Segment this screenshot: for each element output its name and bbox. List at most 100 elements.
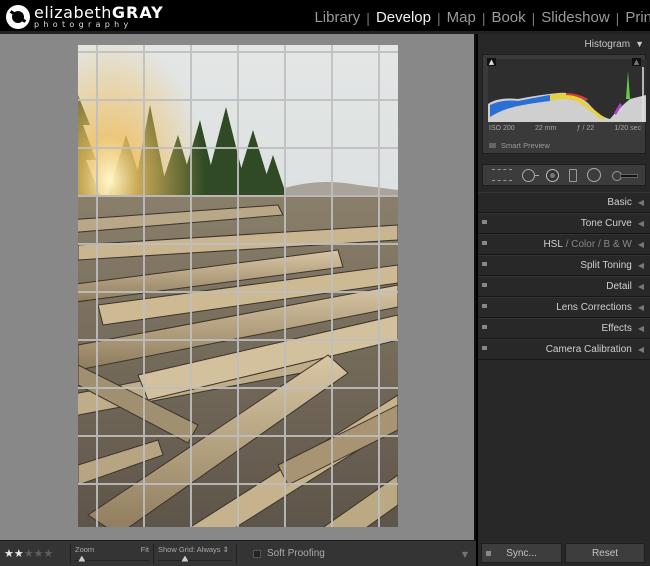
zoom-slider[interactable]: Zoom Fit [75, 543, 149, 565]
section-tone-curve[interactable]: Tone Curve ◀ [478, 213, 650, 234]
spot-removal-icon[interactable] [522, 168, 540, 182]
zoom-thumb[interactable] [78, 555, 86, 562]
radial-filter-icon[interactable] [587, 168, 602, 182]
module-print[interactable]: Prin [619, 9, 650, 26]
panel-switch-icon[interactable] [482, 346, 487, 350]
section-hsl[interactable]: HSL / Color / B & W ◀ [478, 234, 650, 255]
exif-info: ISO 200 22 mm ƒ / 22 1/20 sec [489, 125, 641, 132]
top-bar: elizabethGRAY photography Library | Deve… [0, 0, 650, 34]
section-split-toning[interactable]: Split Toning ◀ [478, 255, 650, 276]
zoom-track[interactable] [75, 559, 149, 561]
module-library[interactable]: Library [308, 9, 366, 26]
panel-switch-icon[interactable] [482, 283, 487, 287]
section-label: Detail [606, 281, 632, 292]
section-lens-corrections[interactable]: Lens Corrections ◀ [478, 297, 650, 318]
slash-text: / [565, 239, 569, 250]
histogram-graph [488, 59, 646, 122]
histogram-green-spike [626, 71, 630, 99]
toolbar-divider [153, 543, 154, 564]
rating-star-icon[interactable]: ★ [44, 547, 54, 560]
section-label: Tone Curve [580, 218, 632, 229]
histogram-header[interactable]: Histogram ▼ [478, 34, 650, 54]
auto-sync-switch-icon[interactable] [486, 551, 491, 556]
module-map[interactable]: Map [441, 9, 482, 26]
rating-star-icon[interactable]: ★ [14, 547, 24, 560]
show-grid-label[interactable]: Show Grid: Always ⇕ [158, 545, 229, 554]
tab-slash: / [563, 239, 571, 250]
smart-preview-status[interactable]: Smart Preview [489, 141, 550, 150]
toolbar-menu-icon[interactable]: ▼ [462, 550, 468, 559]
star-rating[interactable]: ★★★★★ [4, 547, 66, 560]
show-grid-text: Show Grid: [158, 544, 196, 554]
brand-subtitle: photography [34, 20, 133, 29]
bottom-toolbar: ★★★★★ Zoom Fit Show Grid: Always ⇕ Soft … [0, 540, 476, 566]
section-label: Camera Calibration [545, 344, 632, 355]
sync-label: Sync... [506, 547, 537, 559]
tab-hsl[interactable]: HSL [543, 239, 562, 250]
panel-switch-icon[interactable] [482, 241, 487, 245]
slash-text: / [597, 239, 601, 250]
module-book[interactable]: Book [485, 9, 531, 26]
aperture-value: ƒ / 22 [576, 125, 595, 132]
soft-proofing-label: Soft Proofing [267, 548, 325, 559]
grid-thumb[interactable] [181, 555, 189, 562]
collapse-arrow-icon: ◀ [637, 345, 644, 354]
adjustment-brush-icon[interactable] [611, 171, 638, 181]
photo-image [78, 45, 398, 527]
section-label: Split Toning [580, 260, 632, 271]
rating-star-icon[interactable]: ★ [34, 547, 44, 560]
tab-slash: / [595, 239, 603, 250]
crop-overlay-icon[interactable] [492, 169, 513, 181]
collapse-arrow-icon: ◀ [637, 261, 644, 270]
panel-bottom-buttons: Sync... Reset [478, 540, 650, 566]
panel-switch-icon[interactable] [482, 325, 487, 329]
module-picker: Library | Develop | Map | Book | Slidesh… [308, 9, 650, 26]
section-detail[interactable]: Detail ◀ [478, 276, 650, 297]
module-slideshow[interactable]: Slideshow [535, 9, 615, 26]
collapse-arrow-icon: ◀ [637, 219, 644, 228]
collapse-arrow-icon: ◀ [637, 240, 644, 249]
histogram-panel: ▲ ▲ ISO 200 22 mm ƒ / 22 1/20 sec Smart … [482, 54, 646, 154]
section-basic[interactable]: Basic ◀ [478, 192, 650, 213]
collapse-arrow-icon: ◀ [637, 324, 644, 333]
zoom-label: Zoom [75, 544, 95, 554]
panel-switch-icon[interactable] [482, 262, 487, 266]
graduated-filter-icon[interactable] [569, 168, 578, 182]
show-grid-value[interactable]: Always [197, 545, 221, 554]
tab-color[interactable]: Color [571, 239, 595, 250]
rating-star-icon[interactable]: ★ [24, 547, 34, 560]
iso-value: ISO 200 [489, 125, 515, 132]
tool-strip [482, 164, 646, 186]
red-eye-icon[interactable] [545, 168, 559, 182]
develop-right-panel: Histogram ▼ ▲ ▲ ISO 200 22 mm ƒ / 22 1/2… [478, 34, 650, 566]
soft-proofing-checkbox[interactable] [253, 549, 261, 558]
module-develop[interactable]: Develop [370, 9, 437, 26]
soft-proofing-toggle[interactable]: Soft Proofing [253, 548, 325, 559]
section-label: Basic [607, 197, 632, 208]
panel-switch-icon[interactable] [482, 220, 487, 224]
collapse-arrow-icon: ◀ [637, 303, 644, 312]
aperture-logo-icon [6, 5, 30, 29]
tab-bw[interactable]: B & W [604, 239, 632, 250]
smart-preview-icon [489, 143, 496, 148]
section-label: Effects [601, 323, 632, 334]
histogram-curve [488, 67, 646, 122]
section-camera-calibration[interactable]: Camera Calibration ◀ [478, 339, 650, 360]
smart-preview-label: Smart Preview [501, 141, 550, 150]
section-label: Lens Corrections [556, 302, 632, 313]
grid-track[interactable] [158, 559, 232, 561]
panel-switch-icon[interactable] [482, 304, 487, 308]
shutter-value: 1/20 sec [614, 125, 641, 132]
sync-button[interactable]: Sync... [481, 543, 562, 563]
photo-preview[interactable] [78, 45, 398, 527]
dropdown-updown-icon[interactable]: ⇕ [223, 545, 229, 554]
highlight-clipping-icon[interactable]: ▲ [632, 58, 641, 66]
zoom-value: Fit [140, 544, 149, 554]
shadow-clipping-icon[interactable]: ▲ [487, 58, 496, 66]
rating-star-icon[interactable]: ★ [4, 547, 14, 560]
grid-slider[interactable]: Show Grid: Always ⇕ [158, 543, 232, 565]
section-effects[interactable]: Effects ◀ [478, 318, 650, 339]
triangle-down-icon[interactable]: ▼ [635, 39, 644, 49]
histogram-title: Histogram [584, 38, 631, 50]
reset-button[interactable]: Reset [565, 543, 645, 563]
